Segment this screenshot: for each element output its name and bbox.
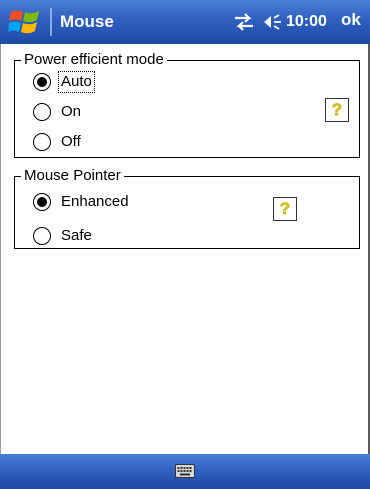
radio-option-auto[interactable]: Auto: [33, 70, 95, 94]
radio-button[interactable]: [33, 227, 51, 245]
device-screen: Mouse 10:00 ok Power efficient mode Auto…: [0, 0, 370, 489]
radio-button[interactable]: [33, 73, 51, 91]
radio-button[interactable]: [33, 133, 51, 151]
connectivity-icon[interactable]: [233, 13, 255, 31]
radio-option-off[interactable]: Off: [33, 130, 83, 154]
window-title: Mouse: [60, 12, 114, 31]
power-mode-group: Power efficient mode Auto On Off ?: [14, 50, 360, 158]
radio-label-on[interactable]: On: [59, 102, 83, 122]
radio-selected-dot: [37, 197, 47, 207]
radio-button[interactable]: [33, 103, 51, 121]
windows-flag-icon[interactable]: [8, 7, 42, 37]
radio-button[interactable]: [33, 193, 51, 211]
radio-label-auto[interactable]: Auto: [58, 71, 95, 93]
frame-edge-left: [0, 44, 1, 454]
radio-label-safe[interactable]: Safe: [59, 226, 94, 246]
clock[interactable]: 10:00: [286, 11, 327, 33]
title-separator: [50, 8, 52, 36]
mouse-pointer-help-button[interactable]: ?: [273, 197, 297, 221]
radio-option-on[interactable]: On: [33, 100, 83, 124]
volume-icon[interactable]: [262, 12, 284, 32]
ok-button[interactable]: ok: [341, 9, 361, 31]
keyboard-icon[interactable]: [175, 464, 195, 478]
radio-label-enhanced[interactable]: Enhanced: [59, 192, 131, 212]
power-mode-title: Power efficient mode: [21, 50, 167, 70]
menu-bar: [0, 454, 370, 489]
radio-label-off[interactable]: Off: [59, 132, 83, 152]
power-mode-help-button[interactable]: ?: [325, 98, 349, 122]
mouse-pointer-group: Mouse Pointer Enhanced Safe ?: [14, 166, 360, 249]
radio-option-enhanced[interactable]: Enhanced: [33, 190, 131, 214]
radio-selected-dot: [37, 77, 47, 87]
mouse-pointer-title: Mouse Pointer: [21, 166, 124, 186]
radio-option-safe[interactable]: Safe: [33, 224, 94, 248]
title-bar: Mouse 10:00 ok: [0, 0, 370, 44]
